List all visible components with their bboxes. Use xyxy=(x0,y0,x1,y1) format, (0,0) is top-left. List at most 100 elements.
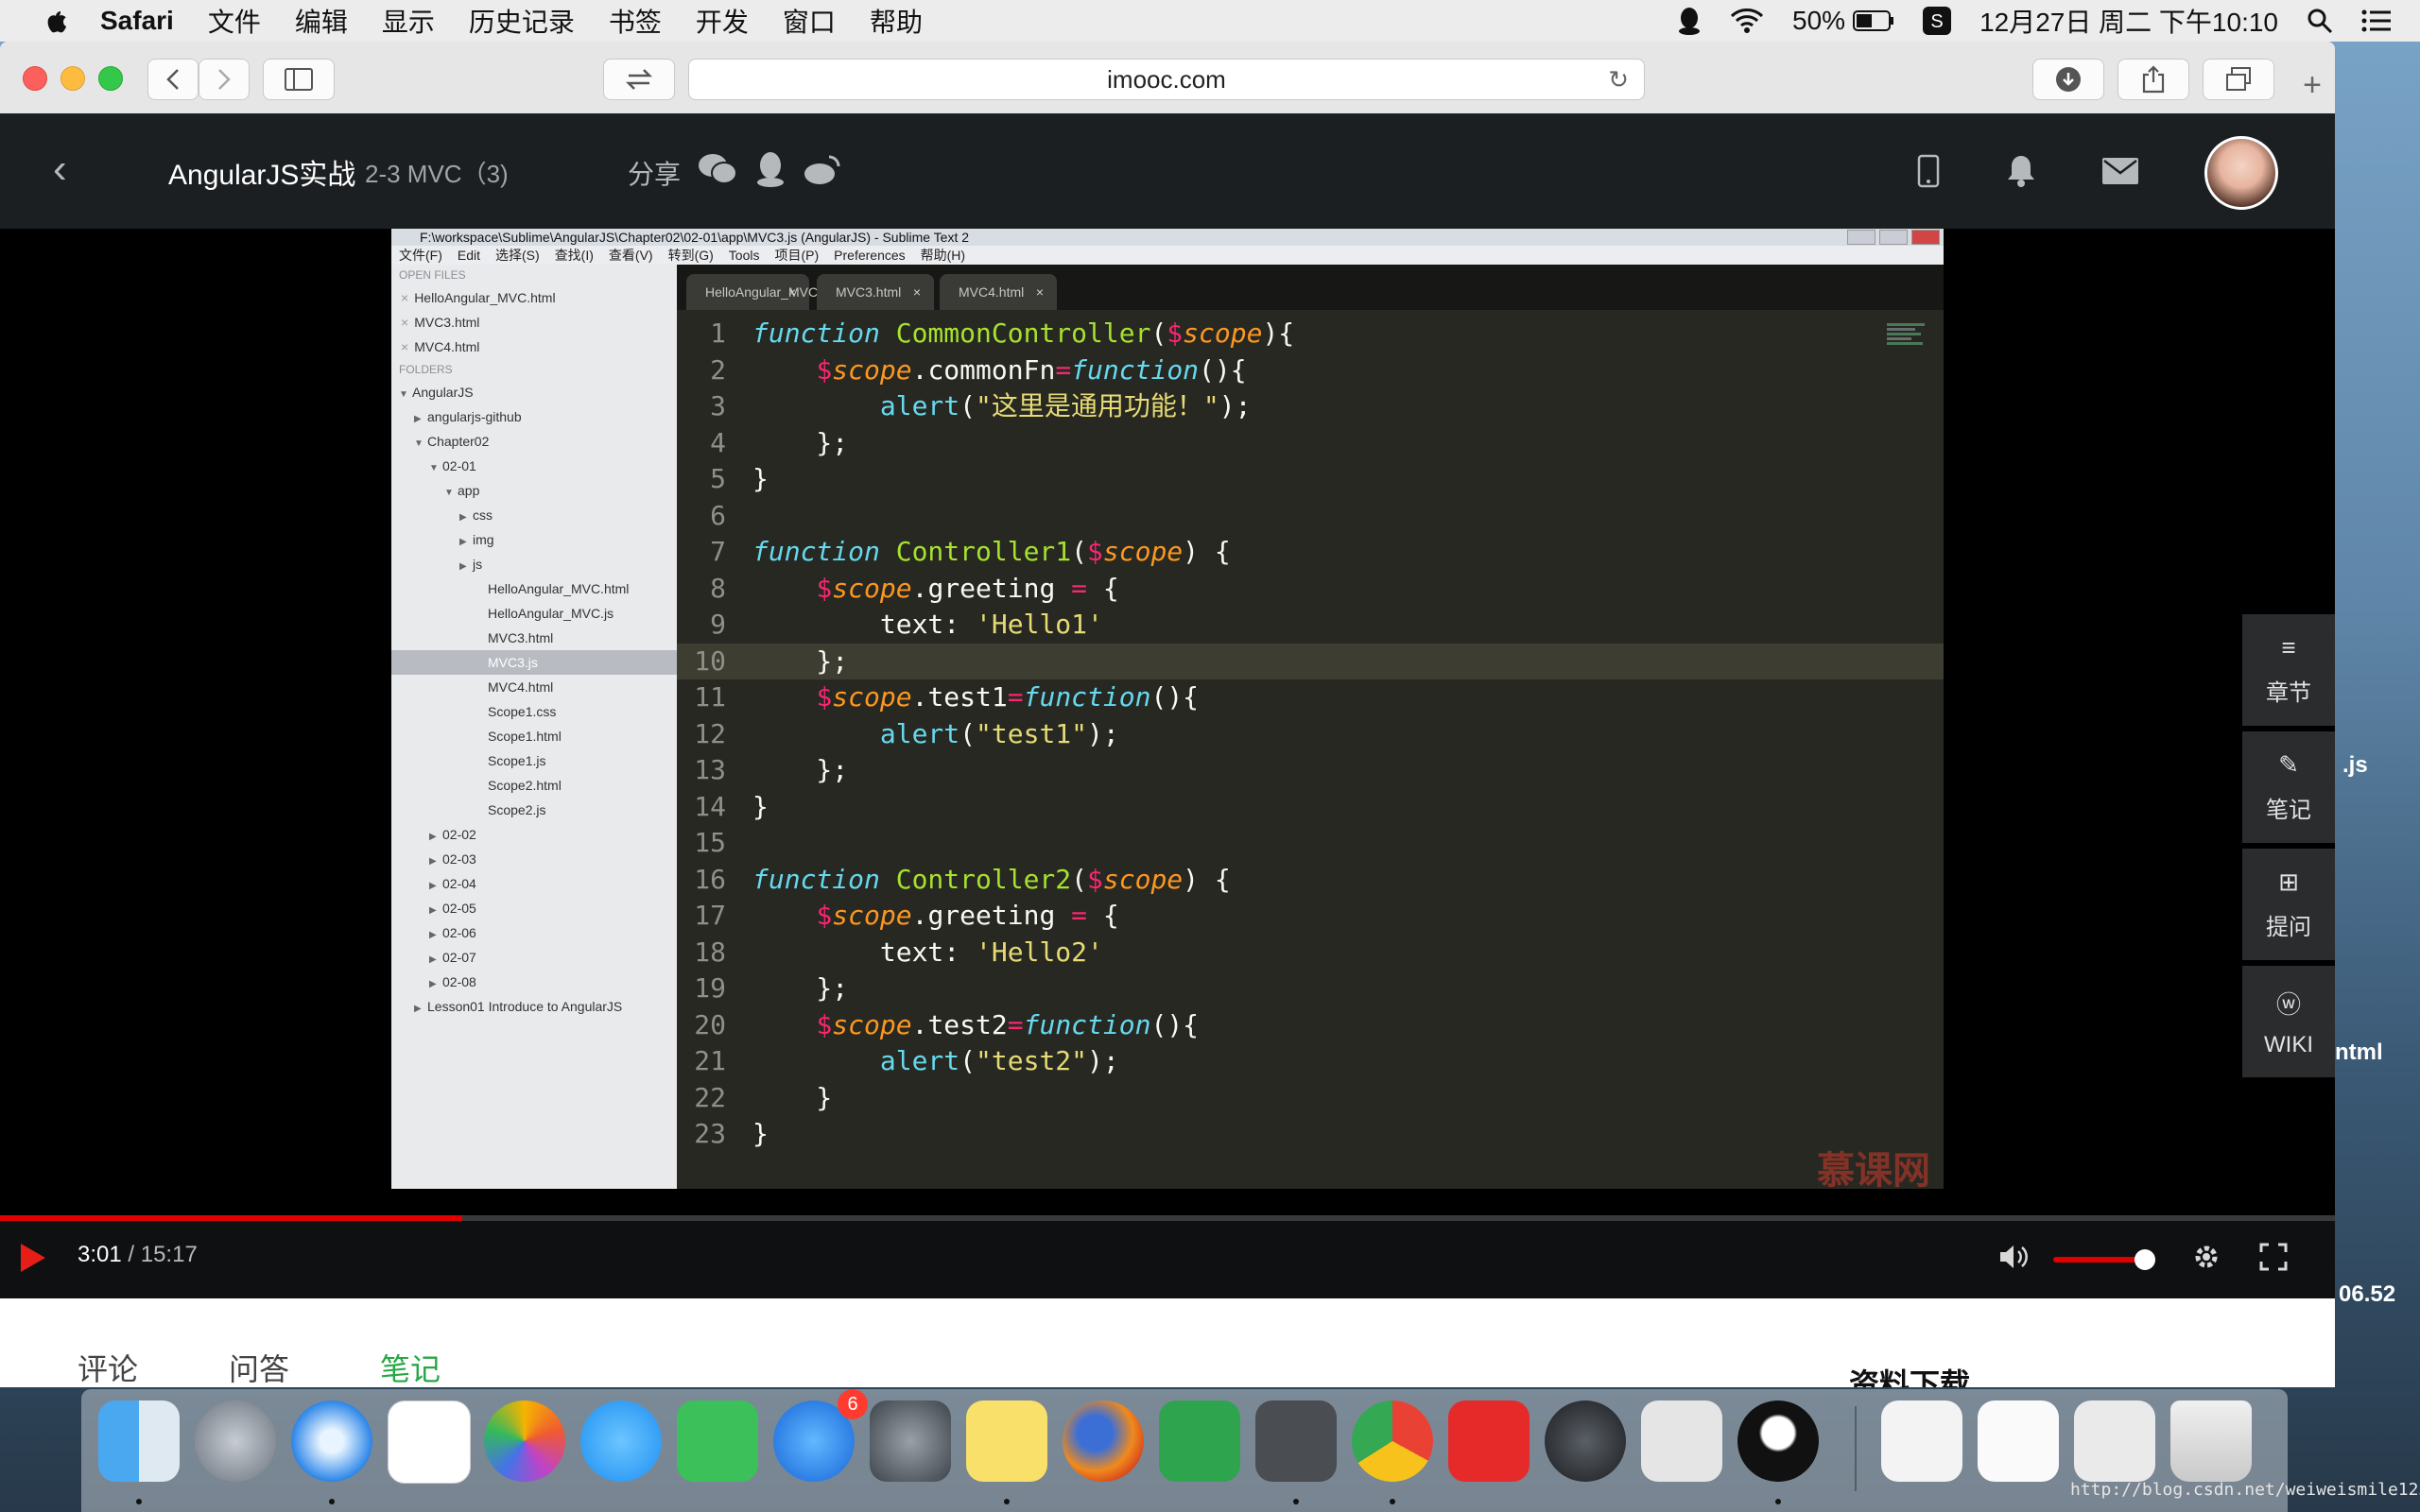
tab-notes[interactable]: 笔记 xyxy=(380,1346,441,1387)
reload-icon[interactable]: ↻ xyxy=(1608,65,1629,94)
finder-icon[interactable] xyxy=(98,1400,180,1482)
tab-comments[interactable]: 评论 xyxy=(78,1346,138,1387)
code-lines: 1 function CommonController($scope){2 $sc… xyxy=(677,316,1944,1153)
menu-help[interactable]: 帮助 xyxy=(870,2,923,40)
volume-slider[interactable] xyxy=(2053,1248,2155,1270)
code-line: 21 alert("test2"); xyxy=(677,1043,1944,1080)
menu-window[interactable]: 窗口 xyxy=(783,2,836,40)
share-button[interactable] xyxy=(2118,59,2189,100)
settings-gear-icon[interactable] xyxy=(2191,1242,2221,1277)
sogou-input-icon[interactable]: S xyxy=(1923,7,1952,35)
menu-develop[interactable]: 开发 xyxy=(696,2,749,40)
messages-icon[interactable] xyxy=(580,1400,662,1482)
notes-button[interactable]: ✎ 笔记 xyxy=(2242,731,2335,843)
course-header: ‹ AngularJS实战 2-3 MVC（3) 分享 xyxy=(0,113,2335,229)
time-display: 3:01 / 15:17 xyxy=(78,1242,198,1267)
running-indicator xyxy=(329,1499,335,1504)
volume-icon[interactable] xyxy=(1998,1243,2031,1276)
running-indicator xyxy=(1004,1499,1010,1504)
forward-button[interactable] xyxy=(199,59,250,100)
launchpad-icon[interactable] xyxy=(195,1400,276,1482)
video-player[interactable]: F:\workspace\Sublime\AngularJS\Chapter02… xyxy=(0,229,2335,1215)
wifi-icon[interactable] xyxy=(1730,8,1764,34)
code-line: 12 alert("test1"); xyxy=(677,716,1944,753)
downloads-button[interactable] xyxy=(2032,59,2104,100)
code-line: 9 text: 'Hello1' xyxy=(677,607,1944,644)
qq-status-icon[interactable] xyxy=(1677,7,1702,35)
reminders-icon[interactable] xyxy=(388,1400,471,1484)
sublime-text-icon[interactable] xyxy=(1255,1400,1337,1482)
battery-icon[interactable] xyxy=(1853,10,1894,31)
code-line: 16 function Controller2($scope) { xyxy=(677,862,1944,899)
code-text: function Controller1($scope) { xyxy=(752,536,1231,567)
fullscreen-icon[interactable] xyxy=(2259,1243,2288,1276)
menu-file[interactable]: 文件 xyxy=(208,2,261,40)
evernote-icon[interactable] xyxy=(1159,1400,1240,1482)
line-number: 21 xyxy=(694,1045,726,1076)
editor-tabs: HelloAngular_MVC.html × MVC3.html × MVC4.h… xyxy=(677,265,1944,310)
netease-music-icon[interactable] xyxy=(1448,1400,1530,1482)
menu-bookmarks[interactable]: 书签 xyxy=(609,2,662,40)
qq-icon[interactable] xyxy=(1737,1400,1819,1482)
zoom-window-button[interactable] xyxy=(98,66,123,91)
menu-edit[interactable]: 编辑 xyxy=(295,2,348,40)
tree-item: ▼ app xyxy=(444,483,480,498)
side-panel: ≡ 章节 ✎ 笔记 ⊞ 提问 ⓦ WIKI xyxy=(2242,614,2335,1083)
folder-tree: ▼ AngularJS ▶ angularjs-github ▼ Chapter02 ▼ 02… xyxy=(391,380,677,1019)
facetime-icon[interactable] xyxy=(677,1400,758,1482)
tree-item: Scope2.js xyxy=(488,802,546,817)
photos-icon[interactable] xyxy=(484,1400,565,1482)
user-avatar[interactable] xyxy=(2204,136,2278,210)
stickies-icon[interactable] xyxy=(966,1400,1047,1482)
mail-icon[interactable] xyxy=(2102,157,2138,189)
chrome-icon[interactable] xyxy=(1352,1400,1433,1482)
lesson-subtitle: 2-3 MVC（3) xyxy=(365,160,509,188)
bell-icon[interactable] xyxy=(2006,154,2036,193)
code-editor: HelloAngular_MVC.html × MVC3.html × MVC4.h… xyxy=(677,265,1944,1192)
close-window-button[interactable] xyxy=(23,66,47,91)
tab-switch-button[interactable] xyxy=(603,59,675,100)
qq-share-icon[interactable] xyxy=(754,151,786,194)
address-bar[interactable]: imooc.com ↻ xyxy=(688,59,1645,100)
document-stack-icon[interactable] xyxy=(1881,1400,1962,1482)
safari-icon[interactable] xyxy=(291,1400,372,1482)
minimize-window-button[interactable] xyxy=(60,66,85,91)
sublime-menu-item: 查找(I) xyxy=(554,248,594,263)
trash-icon[interactable] xyxy=(2170,1400,2252,1482)
back-arrow-icon[interactable]: ‹ xyxy=(53,146,67,193)
desktop-file-label[interactable]: .js xyxy=(2342,752,2368,779)
menu-history[interactable]: 历史记录 xyxy=(469,2,575,40)
wechat-icon[interactable] xyxy=(698,152,738,193)
firefox-icon[interactable] xyxy=(1063,1400,1144,1482)
code-text: $scope.greeting = { xyxy=(816,572,1119,604)
play-icon[interactable] xyxy=(21,1244,45,1272)
code-text: text: 'Hello2' xyxy=(752,936,1103,968)
volume-knob[interactable] xyxy=(2135,1248,2155,1270)
pixelmator-icon[interactable] xyxy=(1545,1400,1626,1482)
downloads-stack-icon[interactable] xyxy=(1978,1400,2059,1482)
desktop-file-label[interactable]: 06.52 xyxy=(2339,1281,2395,1308)
spotlight-search-icon[interactable] xyxy=(2307,8,2333,34)
tab-qa[interactable]: 问答 xyxy=(229,1346,289,1387)
code-text: alert("test2"); xyxy=(879,1045,1119,1076)
notification-center-icon[interactable] xyxy=(2361,9,2392,32)
tree-item: ▶ 02-05 xyxy=(429,901,476,916)
ask-question-button[interactable]: ⊞ 提问 xyxy=(2242,849,2335,960)
sidebar-toggle-button[interactable] xyxy=(263,59,335,100)
new-tab-button[interactable]: + xyxy=(2293,66,2331,104)
screenshot-tool-icon[interactable] xyxy=(1641,1400,1722,1482)
system-preferences-icon[interactable] xyxy=(870,1400,951,1482)
back-button[interactable] xyxy=(147,59,199,100)
chapters-button[interactable]: ≡ 章节 xyxy=(2242,614,2335,726)
wiki-button[interactable]: ⓦ WIKI xyxy=(2242,966,2335,1077)
folder-stack-icon[interactable] xyxy=(2074,1400,2155,1482)
desktop-file-label[interactable]: ntml xyxy=(2335,1040,2383,1066)
menu-app-safari[interactable]: Safari xyxy=(100,6,174,36)
apple-menu-icon[interactable] xyxy=(36,0,74,42)
clock[interactable]: 12月27日 周二 下午10:10 xyxy=(1979,2,2278,40)
code-line: 17 $scope.greeting = { xyxy=(677,898,1944,935)
weibo-icon[interactable] xyxy=(804,153,841,192)
menu-view[interactable]: 显示 xyxy=(382,2,435,40)
mobile-icon[interactable] xyxy=(1917,154,1940,193)
show-tabs-button[interactable] xyxy=(2203,59,2274,100)
